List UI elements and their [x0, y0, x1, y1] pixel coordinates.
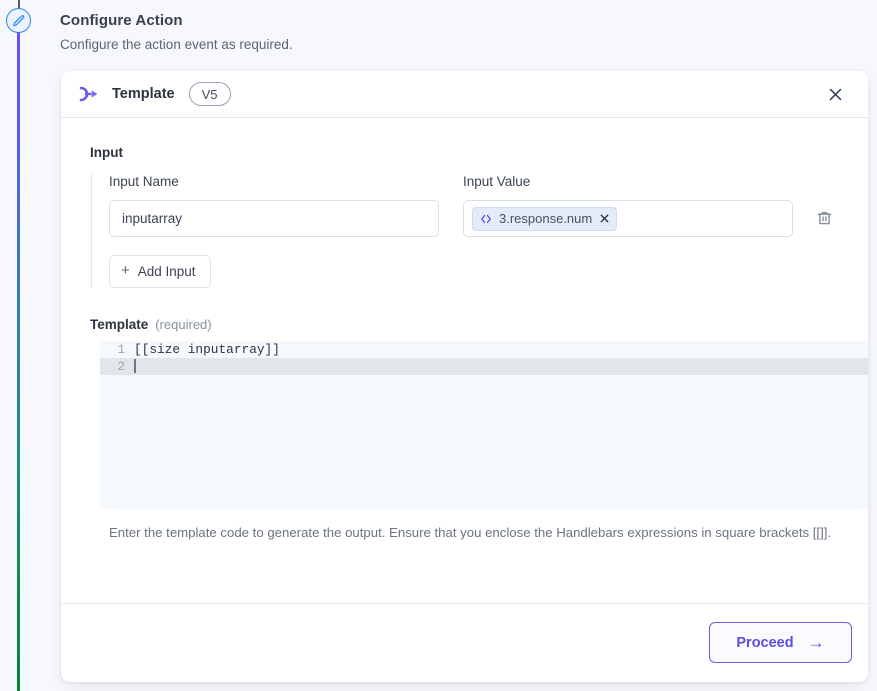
- editor-line-number: 2: [117, 359, 125, 374]
- input-name-field: Input Name: [109, 173, 439, 237]
- card-title: Template: [112, 86, 175, 102]
- card-footer: Proceed →: [61, 603, 868, 681]
- editor-line-number: 1: [117, 342, 125, 357]
- template-required-text: (required): [155, 317, 212, 332]
- editor-line-code: [[size inputarray]]: [134, 342, 280, 357]
- input-name-label: Input Name: [109, 174, 179, 189]
- add-input-label: Add Input: [137, 264, 196, 279]
- editor-caret: [134, 358, 136, 373]
- editor-line[interactable]: 2: [100, 358, 868, 375]
- code-icon: [479, 213, 493, 225]
- proceed-button[interactable]: Proceed →: [709, 622, 852, 663]
- page-heading: Configure Action Configure the action ev…: [60, 10, 860, 55]
- rail-gradient-line: [17, 30, 20, 691]
- template-section-label: Template: [90, 317, 149, 332]
- variable-chip-label: 3.response.num: [499, 211, 593, 226]
- input-value-label: Input Value: [463, 174, 531, 189]
- configure-action-card: Template V5 Input Input Name Input Value: [61, 71, 868, 682]
- editor-line[interactable]: 1 [[size inputarray]]: [100, 341, 868, 358]
- template-code-editor[interactable]: 1 [[size inputarray]] 2: [100, 341, 868, 509]
- template-flow-icon: [78, 84, 100, 104]
- input-value-field: Input Value 3.response.num: [463, 173, 793, 237]
- input-row: Input Name Input Value: [109, 173, 848, 237]
- template-section-header: Template (required): [90, 317, 848, 332]
- page-title: Configure Action: [60, 12, 183, 29]
- input-value-chip-input[interactable]: 3.response.num: [463, 200, 793, 237]
- pencil-icon: [12, 14, 26, 28]
- add-input-button[interactable]: + Add Input: [109, 255, 211, 288]
- trash-icon[interactable]: [811, 205, 837, 231]
- close-icon[interactable]: [822, 81, 848, 107]
- card-header: Template V5: [61, 71, 868, 118]
- proceed-label: Proceed: [736, 634, 794, 651]
- input-section-label: Input: [90, 145, 123, 160]
- plus-icon: +: [121, 262, 130, 279]
- template-helper-text: Enter the template code to generate the …: [109, 525, 832, 540]
- version-badge: V5: [188, 82, 231, 106]
- variable-chip[interactable]: 3.response.num: [472, 206, 618, 231]
- workflow-rail: [0, 0, 42, 691]
- arrow-right-icon: →: [807, 633, 825, 652]
- chip-remove-icon[interactable]: [598, 213, 610, 224]
- input-group: Input Name Input Value: [91, 173, 848, 288]
- input-name-input[interactable]: [109, 200, 439, 237]
- edit-step-node[interactable]: [6, 8, 31, 33]
- card-body: Input Input Name Input Value: [61, 118, 868, 603]
- page-subtitle: Configure the action event as required.: [60, 37, 293, 52]
